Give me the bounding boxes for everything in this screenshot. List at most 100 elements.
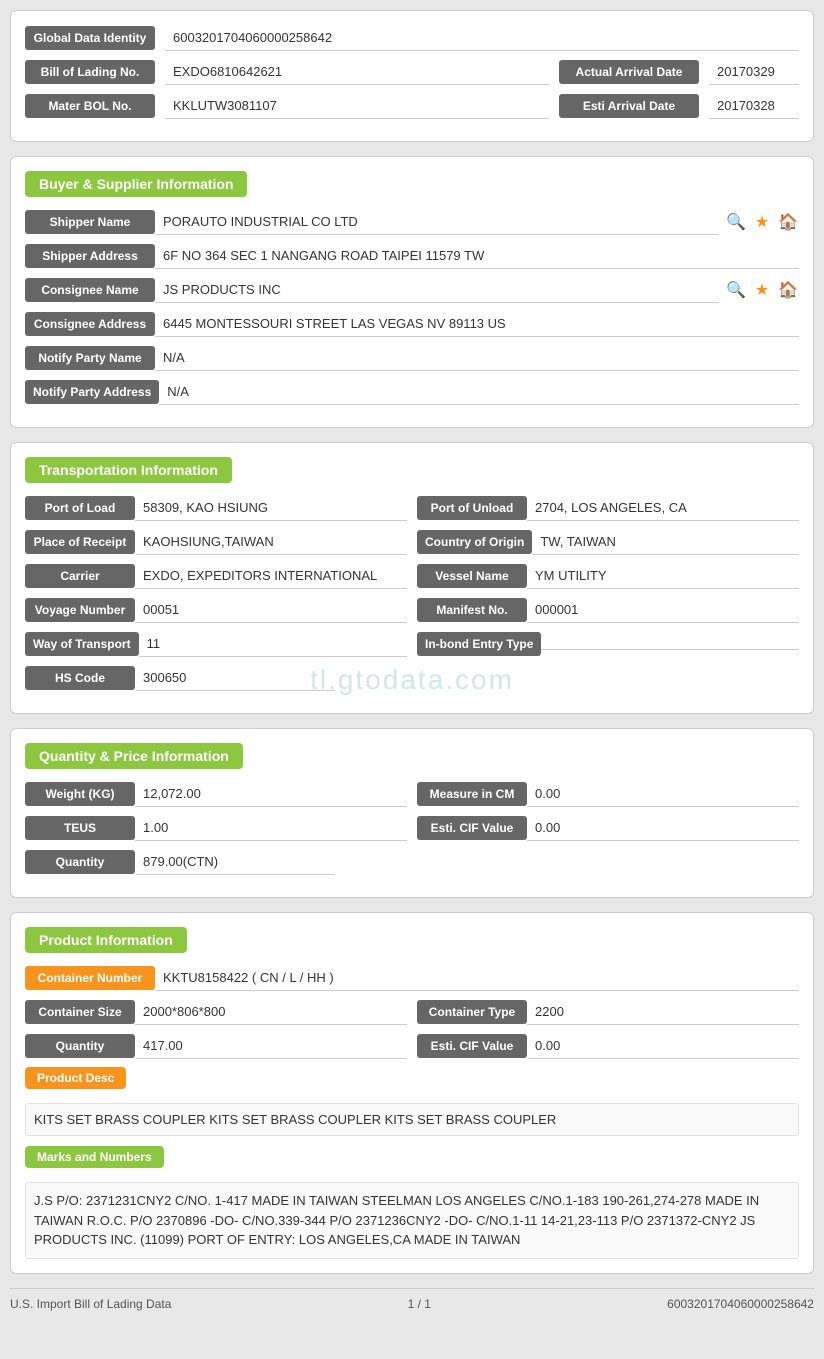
transportation-card: Transportation Information Port of Load … <box>10 442 814 714</box>
port-unload-value: 2704, LOS ANGELES, CA <box>527 495 799 521</box>
container-size-type-row: Container Size 2000*806*800 Container Ty… <box>25 999 799 1025</box>
shipper-icons: 🔍 ★ 🏠 <box>725 211 799 233</box>
container-type-label: Container Type <box>417 1000 527 1024</box>
buyer-supplier-card: Buyer & Supplier Information Shipper Nam… <box>10 156 814 428</box>
consignee-address-value: 6445 MONTESSOURI STREET LAS VEGAS NV 891… <box>155 311 799 337</box>
shipper-address-label: Shipper Address <box>25 244 155 268</box>
country-origin-label: Country of Origin <box>417 530 532 554</box>
country-origin-value: TW, TAIWAN <box>532 529 799 555</box>
footer-bar: U.S. Import Bill of Lading Data 1 / 1 60… <box>10 1288 814 1311</box>
marks-value: J.S P/O: 2371231CNY2 C/NO. 1-417 MADE IN… <box>25 1182 799 1259</box>
notify-party-name-value: N/A <box>155 345 799 371</box>
bol-label: Bill of Lading No. <box>25 60 155 84</box>
pi-quantity-group: Quantity 417.00 <box>25 1033 407 1059</box>
global-data-row: Global Data Identity 6003201704060000258… <box>25 25 799 51</box>
port-load-group: Port of Load 58309, KAO HSIUNG <box>25 495 407 521</box>
pi-esti-cif-value: 0.00 <box>527 1033 799 1059</box>
way-transport-value: 11 <box>139 631 407 657</box>
global-data-label: Global Data Identity <box>25 26 155 50</box>
teus-cif-row: TEUS 1.00 Esti. CIF Value 0.00 <box>25 815 799 841</box>
shipper-address-row: Shipper Address 6F NO 364 SEC 1 NANGANG … <box>25 243 799 269</box>
search-icon[interactable]: 🔍 <box>725 211 747 233</box>
manifest-no-group: Manifest No. 000001 <box>417 597 799 623</box>
port-load-label: Port of Load <box>25 496 135 520</box>
pi-quantity-value: 417.00 <box>135 1033 407 1059</box>
mater-bol-row: Mater BOL No. KKLUTW3081107 Esti Arrival… <box>25 93 799 119</box>
pi-quantity-label: Quantity <box>25 1034 135 1058</box>
actual-arrival-label: Actual Arrival Date <box>559 60 699 84</box>
shipper-name-row: Shipper Name PORAUTO INDUSTRIAL CO LTD 🔍… <box>25 209 799 235</box>
mater-bol-label: Mater BOL No. <box>25 94 155 118</box>
measure-group: Measure in CM 0.00 <box>417 781 799 807</box>
container-size-value: 2000*806*800 <box>135 999 407 1025</box>
qp-esti-cif-label: Esti. CIF Value <box>417 816 527 840</box>
port-row: Port of Load 58309, KAO HSIUNG Port of U… <box>25 495 799 521</box>
carrier-group: Carrier EXDO, EXPEDITORS INTERNATIONAL <box>25 563 407 589</box>
qp-quantity-label: Quantity <box>25 850 135 874</box>
product-info-card: Product Information Container Number KKT… <box>10 912 814 1274</box>
notify-party-name-label: Notify Party Name <box>25 346 155 370</box>
notify-party-address-label: Notify Party Address <box>25 380 159 404</box>
home-icon[interactable]: 🏠 <box>777 211 799 233</box>
qp-esti-cif-group: Esti. CIF Value 0.00 <box>417 815 799 841</box>
weight-label: Weight (KG) <box>25 782 135 806</box>
marks-section: Marks and Numbers J.S P/O: 2371231CNY2 C… <box>25 1146 799 1259</box>
home-icon-2[interactable]: 🏠 <box>777 279 799 301</box>
teus-value: 1.00 <box>135 815 407 841</box>
hs-code-value: 300650 <box>135 665 335 691</box>
esti-arrival-label: Esti Arrival Date <box>559 94 699 118</box>
inbond-entry-value <box>541 639 799 650</box>
voyage-number-value: 00051 <box>135 597 407 623</box>
search-icon-2[interactable]: 🔍 <box>725 279 747 301</box>
place-receipt-value: KAOHSIUNG,TAIWAN <box>135 529 407 555</box>
container-number-value: KKTU8158422 ( CN / L / HH ) <box>155 965 799 991</box>
bol-row: Bill of Lading No. EXDO6810642621 Actual… <box>25 59 799 85</box>
carrier-value: EXDO, EXPEDITORS INTERNATIONAL <box>135 563 407 589</box>
consignee-name-label: Consignee Name <box>25 278 155 302</box>
pi-esti-cif-group: Esti. CIF Value 0.00 <box>417 1033 799 1059</box>
transportation-header: Transportation Information <box>25 457 232 483</box>
measure-value: 0.00 <box>527 781 799 807</box>
product-desc-value: KITS SET BRASS COUPLER KITS SET BRASS CO… <box>25 1103 799 1136</box>
pi-quantity-cif-row: Quantity 417.00 Esti. CIF Value 0.00 <box>25 1033 799 1059</box>
product-desc-label: Product Desc <box>25 1067 126 1089</box>
receipt-origin-row: Place of Receipt KAOHSIUNG,TAIWAN Countr… <box>25 529 799 555</box>
weight-group: Weight (KG) 12,072.00 <box>25 781 407 807</box>
teus-group: TEUS 1.00 <box>25 815 407 841</box>
carrier-label: Carrier <box>25 564 135 588</box>
consignee-address-row: Consignee Address 6445 MONTESSOURI STREE… <box>25 311 799 337</box>
esti-arrival-value: 20170328 <box>709 93 799 119</box>
star-icon-2[interactable]: ★ <box>751 279 773 301</box>
notify-party-name-row: Notify Party Name N/A <box>25 345 799 371</box>
inbond-entry-group: In-bond Entry Type <box>417 632 799 656</box>
manifest-no-value: 000001 <box>527 597 799 623</box>
consignee-icons: 🔍 ★ 🏠 <box>725 279 799 301</box>
star-icon[interactable]: ★ <box>751 211 773 233</box>
buyer-supplier-header: Buyer & Supplier Information <box>25 171 247 197</box>
shipper-name-group: Shipper Name PORAUTO INDUSTRIAL CO LTD <box>25 209 719 235</box>
qp-quantity-row: Quantity 879.00(CTN) <box>25 849 799 875</box>
container-size-group: Container Size 2000*806*800 <box>25 999 407 1025</box>
way-transport-group: Way of Transport 11 <box>25 631 407 657</box>
quantity-price-card: Quantity & Price Information Weight (KG)… <box>10 728 814 898</box>
way-transport-label: Way of Transport <box>25 632 139 656</box>
voyage-manifest-row: Voyage Number 00051 Manifest No. 000001 <box>25 597 799 623</box>
place-receipt-label: Place of Receipt <box>25 530 135 554</box>
container-number-label: Container Number <box>25 966 155 990</box>
place-receipt-group: Place of Receipt KAOHSIUNG,TAIWAN <box>25 529 407 555</box>
consignee-name-value: JS PRODUCTS INC <box>155 277 719 303</box>
country-origin-group: Country of Origin TW, TAIWAN <box>417 529 799 555</box>
container-type-group: Container Type 2200 <box>417 999 799 1025</box>
shipper-name-value: PORAUTO INDUSTRIAL CO LTD <box>155 209 719 235</box>
consignee-address-label: Consignee Address <box>25 312 155 336</box>
marks-label: Marks and Numbers <box>25 1146 164 1168</box>
port-load-value: 58309, KAO HSIUNG <box>135 495 407 521</box>
actual-arrival-value: 20170329 <box>709 59 799 85</box>
identity-card: Global Data Identity 6003201704060000258… <box>10 10 814 142</box>
port-unload-group: Port of Unload 2704, LOS ANGELES, CA <box>417 495 799 521</box>
pi-esti-cif-label: Esti. CIF Value <box>417 1034 527 1058</box>
product-desc-section: Product Desc KITS SET BRASS COUPLER KITS… <box>25 1067 799 1136</box>
hs-code-row: HS Code 300650 <box>25 665 799 691</box>
port-unload-label: Port of Unload <box>417 496 527 520</box>
footer-center: 1 / 1 <box>408 1297 431 1311</box>
